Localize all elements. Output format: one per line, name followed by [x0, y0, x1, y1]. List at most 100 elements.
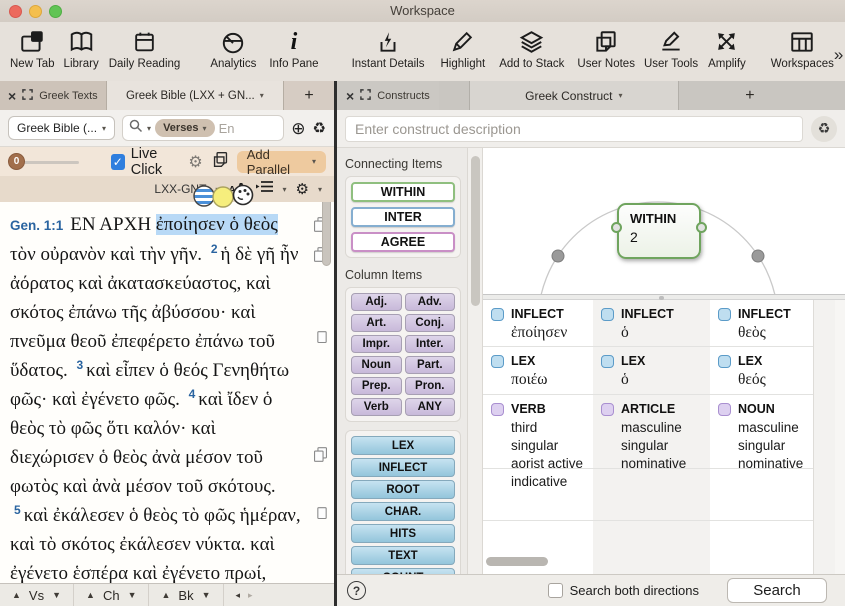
pos-adj-button[interactable]: Adj.	[351, 293, 402, 311]
up-arrow-icon[interactable]: ▲	[161, 590, 170, 600]
grid-cell[interactable]: VERB third singular aorist active indica…	[483, 395, 593, 469]
tab-greek-bible[interactable]: Greek Bible (LXX + GN... ▾	[106, 81, 284, 110]
forward-arrow-icon[interactable]: ▸	[248, 590, 253, 601]
live-click-gear-icon[interactable]: ⚙	[188, 154, 202, 170]
pos-part-button[interactable]: Part.	[405, 356, 456, 374]
grid-cell-empty[interactable]	[710, 521, 813, 574]
scripture-text-area[interactable]: Gen. 1:1ΕΝ ΑΡΧΗ ἐποίησεν ὁ θεὸς τὸν οὐρα…	[0, 202, 334, 583]
search-scope-pill[interactable]: Verses ▾	[155, 119, 215, 137]
chapter-stepper[interactable]: ▲ Ch ▼	[74, 584, 149, 606]
pos-conj-button[interactable]: Conj.	[405, 314, 456, 332]
down-arrow-icon[interactable]: ▼	[128, 590, 137, 600]
user-notes-button[interactable]: User Notes	[577, 28, 635, 70]
text-button[interactable]: TEXT	[351, 546, 455, 565]
close-zone-icon[interactable]: ×	[346, 89, 354, 103]
grid-cell[interactable]: ARTICLE masculine singular nominative	[593, 395, 710, 469]
copy-verse-icon[interactable]	[312, 446, 329, 463]
node-port-left[interactable]	[611, 222, 622, 233]
grid-cell-empty[interactable]	[710, 469, 813, 521]
inflect-tag-icon[interactable]	[491, 308, 504, 321]
up-arrow-icon[interactable]: ▲	[86, 590, 95, 600]
tab-greek-construct[interactable]: Greek Construct ▾	[469, 81, 679, 110]
inflect-button[interactable]: INFLECT	[351, 458, 455, 477]
up-arrow-icon[interactable]: ▲	[12, 590, 21, 600]
lex-tag-icon[interactable]	[601, 355, 614, 368]
refresh-recycle-icon[interactable]: ♻	[313, 121, 326, 136]
down-arrow-icon[interactable]: ▼	[202, 590, 211, 600]
hits-button[interactable]: HITS	[351, 524, 455, 543]
context-slider[interactable]: 0	[8, 153, 79, 171]
down-arrow-icon[interactable]: ▼	[52, 590, 61, 600]
node-port-right[interactable]	[696, 222, 707, 233]
pos-impr-button[interactable]: Impr.	[351, 335, 402, 353]
inflect-tag-icon[interactable]	[718, 308, 731, 321]
grid-cell[interactable]: LEX θεός	[710, 347, 813, 395]
note-page-icon[interactable]	[315, 506, 329, 521]
compare-pages-icon[interactable]	[212, 151, 229, 173]
book-stepper[interactable]: ▲ Bk ▼	[149, 584, 223, 606]
library-button[interactable]: Library	[64, 28, 99, 70]
back-arrow-icon[interactable]: ◂	[236, 590, 241, 601]
highlight-button[interactable]: Highlight	[440, 28, 485, 70]
slider-knob[interactable]: 0	[8, 153, 25, 170]
verse-stepper[interactable]: ▲ Vs ▼	[0, 584, 74, 606]
expand-zone-icon[interactable]	[22, 87, 33, 105]
agree-button[interactable]: AGREE	[351, 232, 455, 252]
inflect-tag-icon[interactable]	[601, 308, 614, 321]
lex-button[interactable]: LEX	[351, 436, 455, 455]
analytics-button[interactable]: Analytics	[210, 28, 256, 70]
amplify-button[interactable]: Amplify	[708, 28, 746, 70]
count-button[interactable]: COUNT	[351, 568, 455, 574]
construct-description-input[interactable]	[345, 116, 803, 142]
noun-tag-icon[interactable]	[718, 403, 731, 416]
lex-tag-icon[interactable]	[718, 355, 731, 368]
new-tab-button[interactable]: New Tab	[10, 28, 55, 70]
text-module-selector[interactable]: Greek Bible (... ▾	[8, 116, 115, 140]
grid-cell[interactable]: INFLECT θεὸς	[710, 300, 813, 347]
live-click-checkbox[interactable]: ✓	[111, 154, 125, 170]
daily-reading-button[interactable]: Daily Reading	[109, 28, 181, 70]
grid-vertical-scrollbar[interactable]	[813, 300, 835, 574]
within-node[interactable]: WITHIN 2	[617, 203, 701, 259]
workspaces-button[interactable]: Workspaces	[771, 28, 834, 70]
refresh-recycle-icon[interactable]: ♻	[811, 116, 837, 142]
search-field[interactable]: ▾ Verses ▾	[122, 115, 284, 141]
grid-cell[interactable]: INFLECT ὁ	[593, 300, 710, 347]
verse-reference[interactable]: Gen. 1:1	[10, 218, 63, 233]
inter-button[interactable]: INTER	[351, 207, 455, 227]
grid-cell-empty[interactable]	[593, 521, 710, 574]
palette-scrollbar-thumb[interactable]	[471, 156, 480, 306]
grid-cell[interactable]: LEX ὁ	[593, 347, 710, 395]
pos-prep-button[interactable]: Prep.	[351, 377, 402, 395]
lex-tag-icon[interactable]	[491, 355, 504, 368]
pos-inter-button[interactable]: Inter.	[405, 335, 456, 353]
within-button[interactable]: WITHIN	[351, 182, 455, 202]
article-tag-icon[interactable]	[601, 403, 614, 416]
chevron-down-icon[interactable]: ▾	[147, 124, 151, 133]
settings-gear-icon[interactable]: ⚙	[296, 182, 309, 197]
palette-scrollbar[interactable]	[467, 148, 483, 574]
search-both-directions-checkbox[interactable]	[548, 583, 563, 598]
verb-tag-icon[interactable]	[491, 403, 504, 416]
expand-zone-icon[interactable]	[360, 87, 371, 105]
info-pane-button[interactable]: i Info Pane	[269, 28, 318, 70]
pos-pron-button[interactable]: Pron.	[405, 377, 456, 395]
pos-art-button[interactable]: Art.	[351, 314, 402, 332]
selected-words[interactable]: ἐποίησεν ὁ θεὸς	[156, 214, 278, 235]
text-scrollbar-thumb[interactable]	[322, 202, 331, 266]
search-button[interactable]: Search	[727, 578, 827, 603]
pos-any-button[interactable]: ANY	[405, 398, 456, 416]
toolbar-overflow-chevron[interactable]: »	[834, 45, 843, 65]
grid-cell-empty[interactable]	[483, 521, 593, 574]
text-display-icon[interactable]	[256, 180, 274, 198]
grid-cell[interactable]: LEX ποιέω	[483, 347, 593, 395]
search-input[interactable]	[219, 121, 278, 136]
add-parallel-button[interactable]: Add Parallel ▾	[237, 151, 326, 173]
highlight-palette-icons[interactable]	[193, 183, 255, 214]
grid-cell-empty[interactable]	[593, 469, 710, 521]
add-to-stack-button[interactable]: Add to Stack	[499, 28, 564, 70]
user-tools-button[interactable]: User Tools	[644, 28, 698, 70]
construct-canvas[interactable]: WITHIN 2 INFLECT ἐποίησεν LEX	[483, 148, 845, 574]
add-tab-button[interactable]: +	[715, 81, 785, 110]
pos-verb-button[interactable]: Verb	[351, 398, 402, 416]
